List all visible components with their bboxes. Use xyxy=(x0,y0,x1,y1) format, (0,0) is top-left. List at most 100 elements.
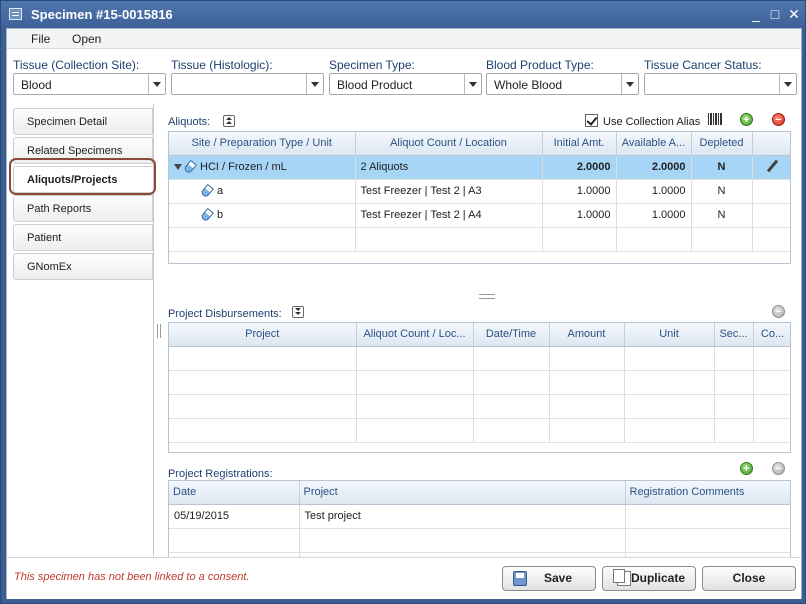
grid-cell: 1.0000 xyxy=(616,179,692,204)
nav-path-reports[interactable]: Path Reports xyxy=(13,195,153,222)
nav-patient[interactable]: Patient xyxy=(13,224,153,251)
grid-cell: 2 Aliquots xyxy=(355,155,543,180)
table-row xyxy=(169,227,790,252)
menu-open[interactable]: Open xyxy=(66,31,107,47)
column-header[interactable]: Aliquot Count / Location xyxy=(355,132,543,156)
column-header[interactable]: Depleted xyxy=(691,132,753,156)
table-row xyxy=(169,528,790,553)
table-row xyxy=(169,346,790,371)
column-header[interactable]: Site / Preparation Type / Unit xyxy=(169,132,356,156)
tissue-histologic-label: Tissue (Histologic): xyxy=(171,58,273,72)
grid-cell: 1.0000 xyxy=(542,203,617,228)
blood-product-type-label: Blood Product Type: xyxy=(486,58,594,72)
tissue-cancer-status-select[interactable] xyxy=(644,73,797,95)
active-tab-highlight xyxy=(9,158,156,195)
column-header[interactable]: Registration Comments xyxy=(625,481,790,505)
tissue-cancer-status-label: Tissue Cancer Status: xyxy=(644,58,762,72)
grid-cell: 2.0000 xyxy=(542,155,617,180)
column-header[interactable]: Date xyxy=(169,481,300,505)
minimize-button[interactable]: _ xyxy=(747,5,765,23)
grid-cell: Test project xyxy=(299,504,626,529)
column-header xyxy=(752,132,790,156)
table-row[interactable]: 05/19/2015 Test project xyxy=(169,504,790,529)
blood-product-type-select[interactable]: Whole Blood xyxy=(486,73,639,95)
chevron-down-icon[interactable] xyxy=(779,74,796,94)
remove-aliquot-button[interactable]: − xyxy=(772,113,785,126)
column-header[interactable]: Project xyxy=(299,481,626,505)
nav-gnomex[interactable]: GNomEx xyxy=(13,253,153,280)
table-row[interactable]: b Test Freezer | Test 2 | A4 1.0000 1.00… xyxy=(169,203,790,228)
window-icon xyxy=(9,8,22,20)
splitter-handle[interactable] xyxy=(157,324,161,338)
add-aliquot-button[interactable]: + xyxy=(740,113,753,126)
chevron-down-icon[interactable] xyxy=(464,74,481,94)
table-row[interactable]: a Test Freezer | Test 2 | A3 1.0000 1.00… xyxy=(169,179,790,204)
close-window-button[interactable]: ✕ xyxy=(785,5,803,23)
grid-header: Project Aliquot Count / Loc... Date/Time… xyxy=(169,323,790,347)
grid-cell xyxy=(752,179,790,204)
window-title: Specimen #15-0015816 xyxy=(31,7,173,22)
main-panel: Aliquots: Use Collection Alias + − Site … xyxy=(168,104,792,578)
column-header[interactable]: Date/Time xyxy=(473,323,550,347)
grid-cell xyxy=(752,155,790,180)
footer: This specimen has not been linked to a c… xyxy=(7,557,801,599)
tissue-collection-site-label: Tissue (Collection Site): xyxy=(13,58,140,72)
close-button[interactable]: Close xyxy=(702,566,796,591)
grid-cell: N xyxy=(691,179,753,204)
specimen-window: Specimen #15-0015816 _ □ ✕ File Open Tis… xyxy=(0,0,806,604)
table-row[interactable]: HCI / Frozen / mL 2 Aliquots 2.0000 2.00… xyxy=(169,155,790,180)
tissue-histologic-select[interactable] xyxy=(171,73,324,95)
grid-cell: N xyxy=(691,155,753,180)
save-button[interactable]: Save xyxy=(502,566,596,591)
grid-cell: 2.0000 xyxy=(616,155,692,180)
collapse-up-icon[interactable] xyxy=(223,115,235,127)
grid-cell: 05/19/2015 xyxy=(169,504,300,529)
column-header[interactable]: Initial Amt. xyxy=(542,132,617,156)
collapse-down-icon[interactable] xyxy=(292,306,304,318)
maximize-button[interactable]: □ xyxy=(766,5,784,23)
tissue-collection-site-select[interactable]: Blood xyxy=(13,73,166,95)
grid-cell xyxy=(752,203,790,228)
tube-icon xyxy=(200,183,214,199)
barcode-icon[interactable] xyxy=(708,113,723,125)
expand-triangle-icon[interactable] xyxy=(174,164,182,171)
grid-header: Site / Preparation Type / Unit Aliquot C… xyxy=(169,132,790,156)
duplicate-button[interactable]: Duplicate xyxy=(602,566,696,591)
consent-warning: This specimen has not been linked to a c… xyxy=(14,571,250,583)
grid-cell: Test Freezer | Test 2 | A4 xyxy=(355,203,543,228)
save-icon xyxy=(513,571,527,586)
specimen-type-select[interactable]: Blood Product xyxy=(329,73,482,95)
pipette-icon[interactable] xyxy=(766,159,778,172)
nav-specimen-detail[interactable]: Specimen Detail xyxy=(13,108,153,135)
project-disbursements-label: Project Disbursements: xyxy=(168,308,282,320)
remove-disbursement-button[interactable]: − xyxy=(772,305,785,318)
resize-grip[interactable] xyxy=(479,294,495,299)
tube-icon xyxy=(200,207,214,223)
table-row xyxy=(169,394,790,419)
column-header[interactable]: Co... xyxy=(753,323,790,347)
filter-bar: Tissue (Collection Site): Blood Tissue (… xyxy=(7,50,801,102)
chevron-down-icon[interactable] xyxy=(148,74,165,94)
grid-cell: 1.0000 xyxy=(542,179,617,204)
column-header[interactable]: Amount xyxy=(549,323,625,347)
column-header[interactable]: Sec... xyxy=(714,323,754,347)
chevron-down-icon[interactable] xyxy=(306,74,323,94)
grid-cell: 1.0000 xyxy=(616,203,692,228)
chevron-down-icon[interactable] xyxy=(621,74,638,94)
column-header[interactable]: Available A... xyxy=(616,132,692,156)
grid-cell: Test Freezer | Test 2 | A3 xyxy=(355,179,543,204)
title-bar[interactable]: Specimen #15-0015816 _ □ ✕ xyxy=(1,1,805,28)
disbursements-grid: Project Aliquot Count / Loc... Date/Time… xyxy=(168,322,791,453)
add-registration-button[interactable]: + xyxy=(740,462,753,475)
remove-registration-button[interactable]: − xyxy=(772,462,785,475)
tube-icon xyxy=(183,159,197,175)
grid-cell: HCI / Frozen / mL xyxy=(169,155,356,180)
column-header[interactable]: Aliquot Count / Loc... xyxy=(356,323,474,347)
use-collection-alias-checkbox[interactable] xyxy=(585,114,598,127)
menu-file[interactable]: File xyxy=(25,31,56,47)
specimen-type-label: Specimen Type: xyxy=(329,58,415,72)
column-header[interactable]: Project xyxy=(169,323,357,347)
column-header[interactable]: Unit xyxy=(624,323,715,347)
menu-bar: File Open xyxy=(7,29,801,49)
aliquots-grid: Site / Preparation Type / Unit Aliquot C… xyxy=(168,131,791,264)
